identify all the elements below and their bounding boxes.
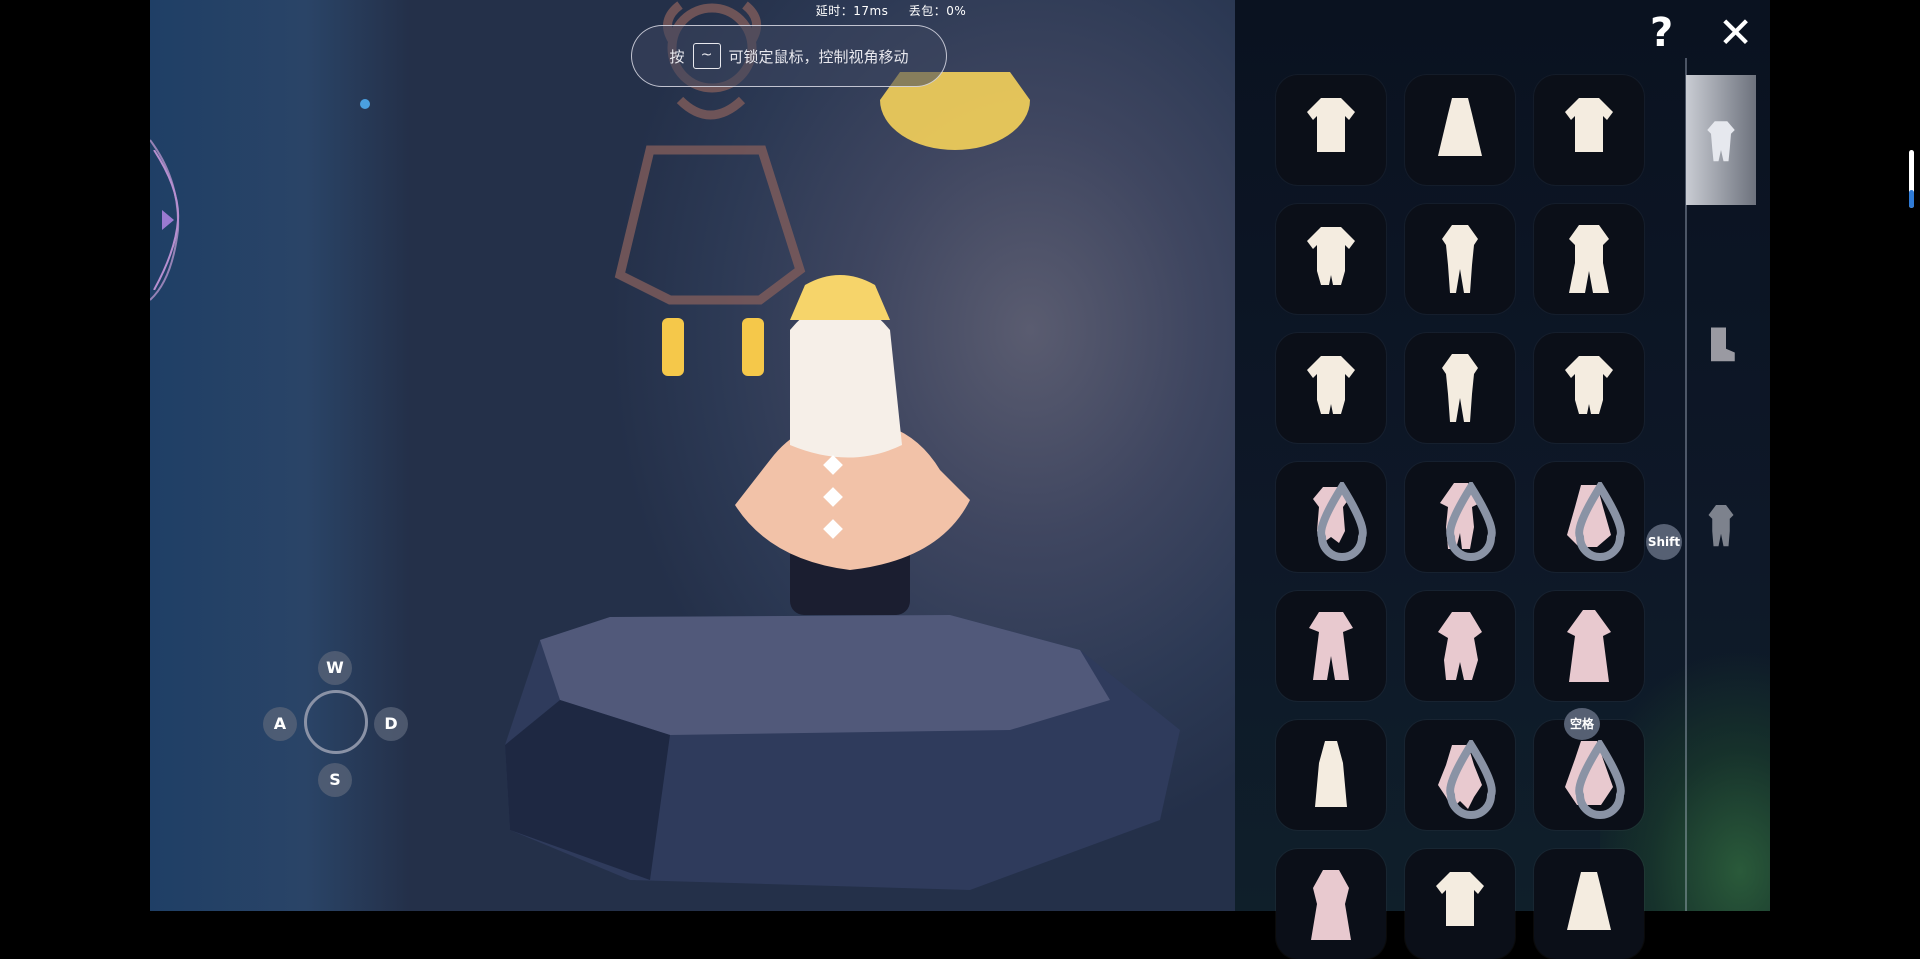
hanfu-outfit-icon <box>1567 610 1611 682</box>
dye-drop-icon <box>1446 740 1496 819</box>
tunic-outfit-icon <box>1565 98 1613 152</box>
shift-key-hint: Shift <box>1646 524 1682 560</box>
outfit-slot[interactable] <box>1534 333 1644 443</box>
outfit-slot[interactable] <box>1276 333 1386 443</box>
outfit-slot[interactable] <box>1405 75 1515 185</box>
outfit-slot[interactable] <box>1405 591 1515 701</box>
outfit-slot[interactable] <box>1534 849 1644 959</box>
outfit-slot[interactable] <box>1276 75 1386 185</box>
mouse-lock-hint: 按 ~ 可锁定鼠标，控制视角移动 <box>631 25 947 87</box>
dye-drop-icon <box>1446 482 1496 561</box>
outfit-slot[interactable] <box>1405 849 1515 959</box>
dress-outfit-icon <box>1438 98 1482 156</box>
dress-outfit-icon <box>1567 872 1611 930</box>
warrior-outfit-icon <box>1309 612 1353 680</box>
side-drawer-tab[interactable] <box>150 150 190 290</box>
outfit-slot[interactable] <box>1276 720 1386 830</box>
network-status: 延时：17ms 丢包：0% <box>741 2 1041 19</box>
category-tab[interactable] <box>1686 460 1756 590</box>
scrollbar-indicator[interactable] <box>1909 190 1914 208</box>
pedestal <box>505 615 1180 890</box>
shorts-outfit-icon <box>1307 356 1355 414</box>
candle-glow <box>742 318 764 376</box>
kimono-outfit-icon <box>1311 870 1351 940</box>
boots-icon <box>1711 327 1735 362</box>
outfit-slot[interactable] <box>1405 462 1515 572</box>
space-key-hint: 空格 <box>1564 708 1600 740</box>
outfit-slot[interactable] <box>1276 591 1386 701</box>
category-tab[interactable] <box>1686 75 1756 205</box>
chevron-right-icon <box>162 210 174 230</box>
outfit-slot[interactable] <box>1405 720 1515 830</box>
help-button[interactable]: ? <box>1650 10 1673 56</box>
close-button[interactable]: ✕ <box>1718 8 1753 57</box>
body-suit-icon <box>1708 505 1734 547</box>
outfit-slot[interactable] <box>1276 204 1386 314</box>
outfit-slot[interactable] <box>1534 462 1644 572</box>
outfit-slot[interactable] <box>1276 462 1386 572</box>
key-a-button[interactable]: A <box>263 707 297 741</box>
martial-outfit-icon <box>1438 612 1482 680</box>
outfit-icon <box>1707 121 1735 162</box>
shorts-outfit-icon <box>1565 356 1613 414</box>
outfit-slot[interactable] <box>1276 849 1386 959</box>
pants-outfit-icon <box>1442 354 1478 422</box>
outfit-slot[interactable] <box>1405 333 1515 443</box>
tunic-outfit-icon <box>1436 872 1484 926</box>
latency-text: 延时：17ms <box>815 4 889 18</box>
shorts-outfit-icon <box>1307 227 1355 285</box>
category-tab[interactable] <box>1686 275 1756 405</box>
player-character <box>735 275 970 615</box>
key-d-button[interactable]: D <box>374 707 408 741</box>
dye-drop-icon <box>1317 482 1367 561</box>
dye-drop-icon <box>1575 482 1625 561</box>
hint-prefix: 按 <box>669 47 685 66</box>
outfit-slot[interactable] <box>1534 204 1644 314</box>
packet-loss-text: 丢包：0% <box>908 4 967 18</box>
key-s-button[interactable]: S <box>318 763 352 797</box>
tilde-key-icon: ~ <box>692 43 721 69</box>
wide-pants-outfit-icon <box>1569 225 1609 293</box>
long-dress-outfit-icon <box>1315 741 1347 807</box>
pants-outfit-icon <box>1442 225 1478 293</box>
scene <box>150 1 1180 890</box>
outfit-slot[interactable] <box>1405 204 1515 314</box>
dye-drop-icon <box>1575 740 1625 819</box>
candle-glow <box>662 318 684 376</box>
joystick-ring[interactable] <box>304 690 368 754</box>
outfit-slot[interactable] <box>1534 75 1644 185</box>
tunic-outfit-icon <box>1307 98 1355 152</box>
hint-text: 可锁定鼠标，控制视角移动 <box>728 47 909 66</box>
outfit-slot[interactable] <box>1534 591 1644 701</box>
key-w-button[interactable]: W <box>318 651 352 685</box>
